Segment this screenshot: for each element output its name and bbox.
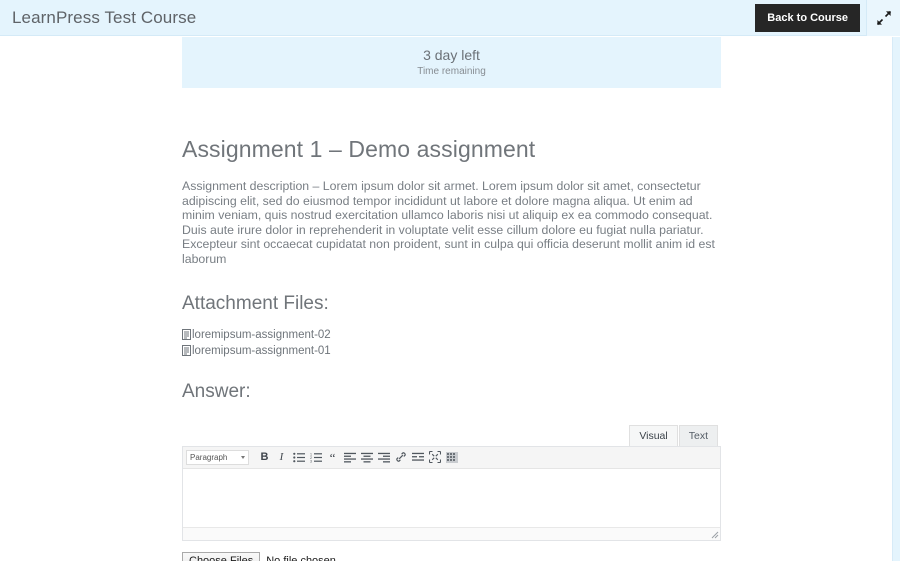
italic-icon[interactable]: I — [273, 449, 290, 466]
expand-arrows-glyph — [876, 10, 891, 25]
bulleted-list-icon[interactable] — [290, 449, 307, 466]
list-item[interactable]: loremipsum-assignment-01 — [182, 343, 721, 359]
align-left-glyph — [343, 452, 356, 463]
toolbar-toggle-icon[interactable] — [443, 449, 460, 466]
file-upload-row: Choose Files No file chosen — [182, 551, 721, 561]
numbered-list-glyph: 1 2 3 — [310, 452, 322, 463]
attachment-file-name[interactable]: loremipsum-assignment-02 — [192, 327, 331, 343]
attachment-files-heading: Attachment Files: — [182, 292, 329, 314]
italic-glyph: I — [279, 450, 284, 463]
paragraph-format-value: Paragraph — [190, 452, 228, 462]
attachment-list: loremipsum-assignment-02 loremipsum-assi… — [182, 327, 721, 359]
editor-resize-handle[interactable] — [710, 530, 719, 539]
editor-toolbar: Paragraph B I 1 2 3 “ — [183, 446, 720, 469]
svg-text:3: 3 — [310, 459, 312, 462]
answer-heading: Answer: — [182, 380, 251, 402]
file-icon — [182, 329, 191, 341]
course-title: LearnPress Test Course — [12, 7, 197, 27]
chevron-down-icon — [241, 455, 245, 459]
page-title: Assignment 1 – Demo assignment — [182, 136, 536, 162]
assignment-page: LearnPress Test Course Back to Course 3 … — [0, 0, 900, 561]
answer-input[interactable] — [183, 468, 720, 527]
attachment-file-name[interactable]: loremipsum-assignment-01 — [192, 343, 331, 359]
assignment-content: 3 day left Time remaining Assignment 1 –… — [182, 37, 721, 561]
choose-files-button[interactable]: Choose Files — [182, 551, 261, 561]
tab-text[interactable]: Text — [678, 424, 718, 446]
answer-editor: Visual Text Paragraph B I 1 2 3 “ — [182, 424, 721, 541]
fullscreen-glyph — [428, 451, 441, 464]
back-to-course-button[interactable]: Back to Course — [755, 3, 860, 32]
editor-box: Paragraph B I 1 2 3 “ — [182, 445, 721, 541]
countdown-label: Time remaining — [417, 65, 486, 77]
numbered-list-icon[interactable]: 1 2 3 — [307, 449, 324, 466]
align-left-icon[interactable] — [341, 449, 358, 466]
read-more-icon[interactable] — [409, 449, 426, 466]
align-center-icon[interactable] — [358, 449, 375, 466]
bold-glyph: B — [260, 450, 269, 463]
link-icon[interactable] — [392, 449, 409, 466]
tab-visual[interactable]: Visual — [629, 424, 678, 446]
blockquote-glyph: “ — [329, 449, 336, 465]
countdown-banner: 3 day left Time remaining — [182, 37, 721, 88]
right-sidebar-rail — [892, 37, 900, 561]
link-glyph — [395, 452, 406, 462]
list-item[interactable]: loremipsum-assignment-02 — [182, 327, 721, 343]
bulleted-list-glyph — [292, 452, 305, 462]
align-right-icon[interactable] — [375, 449, 392, 466]
fullscreen-icon[interactable] — [426, 449, 443, 466]
editor-statusbar — [183, 526, 720, 540]
assignment-description: Assignment description – Lorem ipsum dol… — [182, 179, 715, 266]
file-chosen-status: No file chosen — [266, 555, 336, 561]
expand-arrows-icon[interactable] — [866, 0, 900, 36]
blockquote-icon[interactable]: “ — [324, 449, 341, 466]
file-icon — [182, 345, 191, 357]
header-actions: Back to Course — [755, 0, 900, 36]
bold-icon[interactable]: B — [256, 449, 273, 466]
countdown-value: 3 day left — [423, 46, 480, 63]
align-right-glyph — [377, 452, 390, 463]
toolbar-toggle-glyph — [445, 451, 458, 463]
align-center-glyph — [360, 452, 373, 463]
editor-mode-tabs: Visual Text — [182, 424, 721, 446]
read-more-glyph — [411, 452, 424, 461]
paragraph-format-select[interactable]: Paragraph — [186, 449, 249, 465]
course-header: LearnPress Test Course Back to Course — [0, 0, 900, 36]
